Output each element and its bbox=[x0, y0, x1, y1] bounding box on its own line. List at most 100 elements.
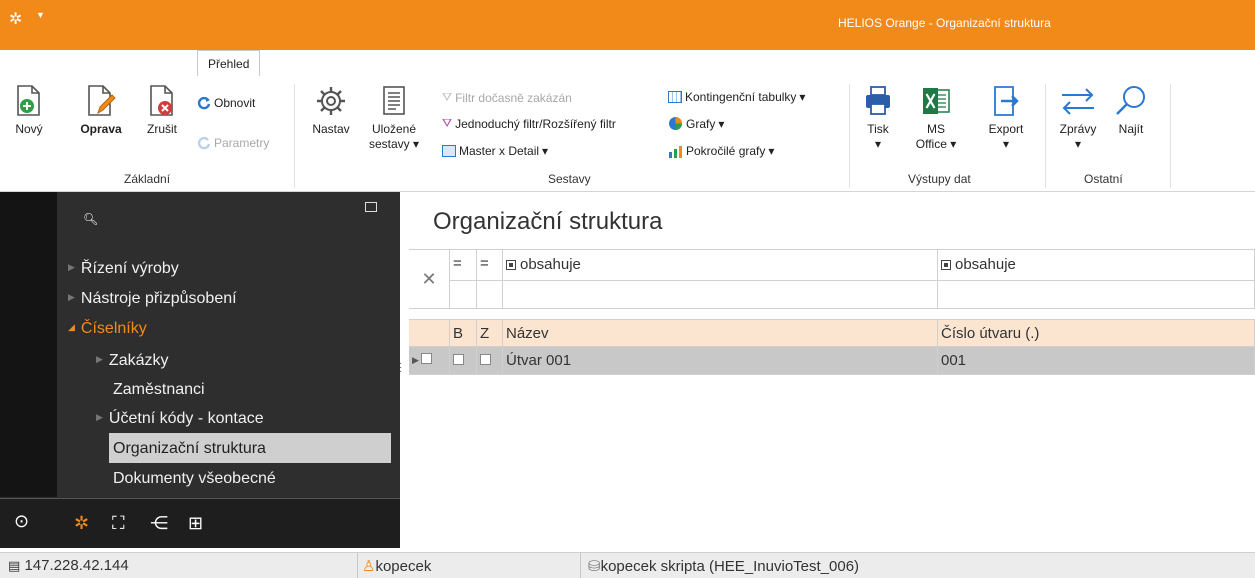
nav-item-label: Dokumenty všeobecné bbox=[113, 470, 276, 487]
charts-button[interactable]: Grafy ▾ bbox=[668, 116, 724, 131]
advanced-charts-button[interactable]: Pokročilé grafy ▾ bbox=[668, 144, 774, 158]
nav-item-dokumenty[interactable]: Dokumenty všeobecné bbox=[113, 470, 276, 488]
table-cell-cislo[interactable]: 001 bbox=[938, 347, 1255, 375]
new-document-icon bbox=[17, 85, 40, 116]
row-select-checkbox[interactable] bbox=[421, 353, 433, 364]
filter-input-cislo[interactable] bbox=[938, 281, 1255, 309]
nav-item-ucetni-kody[interactable]: ▶ Účetní kódy - kontace bbox=[96, 410, 264, 428]
ms-office-label-2: Office bbox=[915, 137, 947, 151]
nav-item-label: Zaměstnanci bbox=[113, 381, 205, 398]
edit-button[interactable]: Oprava bbox=[75, 84, 127, 137]
checkbox-z[interactable] bbox=[480, 354, 491, 365]
user-status: ♙kopecek bbox=[362, 557, 431, 575]
nav-item-nastroje[interactable]: ▶ Nástroje přizpůsobení bbox=[68, 290, 237, 308]
export-button[interactable]: Export ▾ bbox=[980, 84, 1032, 152]
operator-icon bbox=[941, 260, 951, 270]
messages-label: Zprávy bbox=[1059, 122, 1097, 136]
ribbon-separator bbox=[294, 84, 295, 188]
find-button[interactable]: Najít bbox=[1110, 84, 1152, 137]
filter-icon: ⛛ bbox=[442, 116, 453, 130]
expand-circle-icon[interactable]: ⊙ bbox=[14, 511, 29, 532]
nav-item-ciselniky[interactable]: ◢ Číselníky bbox=[68, 320, 147, 338]
tab-automat[interactable]: Automat bbox=[118, 58, 163, 77]
group-label-ostatni: Ostatní bbox=[1084, 172, 1123, 186]
excel-icon bbox=[923, 88, 950, 114]
tab-prehled[interactable]: Přehled bbox=[197, 50, 261, 77]
master-detail-button[interactable]: Master x Detail ▾ bbox=[442, 144, 548, 158]
ms-office-label-1: MS bbox=[927, 122, 945, 136]
new-button-label: Nový bbox=[15, 122, 43, 136]
new-button[interactable]: Nový bbox=[10, 84, 48, 137]
server-status: ▤ 147.228.42.144 bbox=[8, 557, 129, 574]
filter-operator-cislo[interactable]: obsahuje bbox=[938, 249, 1255, 281]
grid-view-icon[interactable]: ⊞ bbox=[188, 513, 203, 534]
share-node-icon[interactable]: ⋲ bbox=[150, 513, 168, 534]
modules-star-icon[interactable]: ✲ bbox=[74, 513, 89, 534]
database-name: kopecek skripta (HEE_InuvioTest_006) bbox=[600, 558, 860, 575]
nav-item-label: Číselníky bbox=[80, 320, 147, 337]
nav-item-zakazky[interactable]: ▶ Zakázky bbox=[96, 352, 169, 370]
saved-reports-button[interactable]: Uložené sestavy ▾ bbox=[366, 84, 422, 152]
column-header-cislo[interactable]: Číslo útvaru (.) bbox=[938, 319, 1255, 347]
filter-operator-z[interactable]: = bbox=[477, 249, 503, 281]
ms-office-button[interactable]: MS Office ▾ bbox=[912, 84, 960, 152]
filter-input-nazev[interactable] bbox=[503, 281, 938, 309]
collapse-panel-icon[interactable] bbox=[365, 202, 377, 212]
filter-input-b[interactable] bbox=[450, 281, 477, 309]
cancel-button[interactable]: Zrušit bbox=[140, 84, 184, 137]
parameters-button[interactable]: Parametry bbox=[197, 136, 269, 150]
column-header-z[interactable]: Z bbox=[477, 319, 503, 347]
master-detail-icon bbox=[442, 145, 456, 157]
filter-disabled-icon: ⛛ bbox=[442, 90, 453, 104]
tab-helios[interactable]: HELIOS bbox=[14, 58, 58, 77]
app-logo-icon[interactable]: ✲ bbox=[9, 9, 22, 29]
search-icon[interactable]: 🔍︎ bbox=[83, 212, 98, 226]
tab-akce[interactable]: Akce bbox=[287, 58, 314, 77]
nav-item-organizacni-struktura[interactable]: Organizační struktura bbox=[113, 440, 266, 458]
nav-item-label: Nástroje přizpůsobení bbox=[80, 290, 237, 307]
print-button[interactable]: Tisk ▾ bbox=[858, 84, 898, 152]
messages-button[interactable]: Zprávy ▾ bbox=[1054, 84, 1102, 152]
pivot-table-icon bbox=[668, 91, 682, 103]
export-icon bbox=[994, 86, 1019, 116]
settings-button[interactable]: Nastav bbox=[305, 84, 357, 137]
refresh-button[interactable]: Obnovit bbox=[197, 96, 255, 110]
operator-icon bbox=[506, 260, 516, 270]
nav-item-label: Zakázky bbox=[108, 352, 169, 369]
column-header-nazev[interactable]: Název bbox=[503, 319, 938, 347]
filter-input-z[interactable] bbox=[477, 281, 503, 309]
printer-icon bbox=[866, 86, 890, 115]
nav-item-zamestnanci[interactable]: Zaměstnanci bbox=[113, 381, 205, 399]
column-header-b[interactable]: B bbox=[450, 319, 477, 347]
print-label: Tisk bbox=[867, 122, 889, 136]
table-cell-nazev[interactable]: Útvar 001 bbox=[503, 347, 938, 375]
checkbox-b[interactable] bbox=[453, 354, 464, 365]
server-ip: 147.228.42.144 bbox=[24, 557, 129, 574]
swap-arrows-icon bbox=[1062, 88, 1094, 115]
delete-document-icon bbox=[150, 85, 173, 116]
panel-splitter[interactable]: · · · bbox=[399, 359, 402, 377]
filter-operator-nazev[interactable]: obsahuje bbox=[503, 249, 938, 281]
table-cell-b[interactable] bbox=[450, 347, 477, 375]
nav-item-rizeni-vyroby[interactable]: ▶ Řízení výroby bbox=[68, 260, 179, 278]
parameters-icon bbox=[197, 136, 211, 150]
ribbon-separator bbox=[849, 84, 850, 188]
tab-system[interactable]: Systém bbox=[348, 58, 388, 77]
temporary-filter-button[interactable]: ⛛ Filtr dočasně zakázán bbox=[442, 90, 572, 105]
filter-operator-b[interactable]: = bbox=[450, 249, 477, 281]
gear-icon bbox=[317, 87, 345, 115]
clear-filter-icon[interactable]: ✕ bbox=[409, 249, 450, 309]
find-label: Najít bbox=[1118, 122, 1144, 136]
pivot-tables-button[interactable]: Kontingenční tabulky ▾ bbox=[668, 90, 805, 104]
nav-item-label: Organizační struktura bbox=[113, 440, 266, 457]
status-bar: ▤ 147.228.42.144 ♙kopecek ⛁kopecek skrip… bbox=[0, 552, 1255, 578]
group-label-sestavy: Sestavy bbox=[548, 172, 591, 186]
quick-access-dropdown-icon[interactable]: ▼ bbox=[36, 10, 45, 20]
simple-filter-button[interactable]: ⛛ Jednoduchý filtr/Rozšířený filtr bbox=[442, 116, 616, 131]
advanced-charts-label: Pokročilé grafy bbox=[686, 144, 766, 158]
saved-reports-label-2: sestavy bbox=[368, 137, 410, 151]
row-indicator[interactable]: ▶ bbox=[409, 347, 450, 375]
table-cell-z[interactable] bbox=[477, 347, 503, 375]
tree-structure-icon[interactable]: ⛶ bbox=[112, 513, 125, 534]
status-divider bbox=[580, 553, 581, 578]
